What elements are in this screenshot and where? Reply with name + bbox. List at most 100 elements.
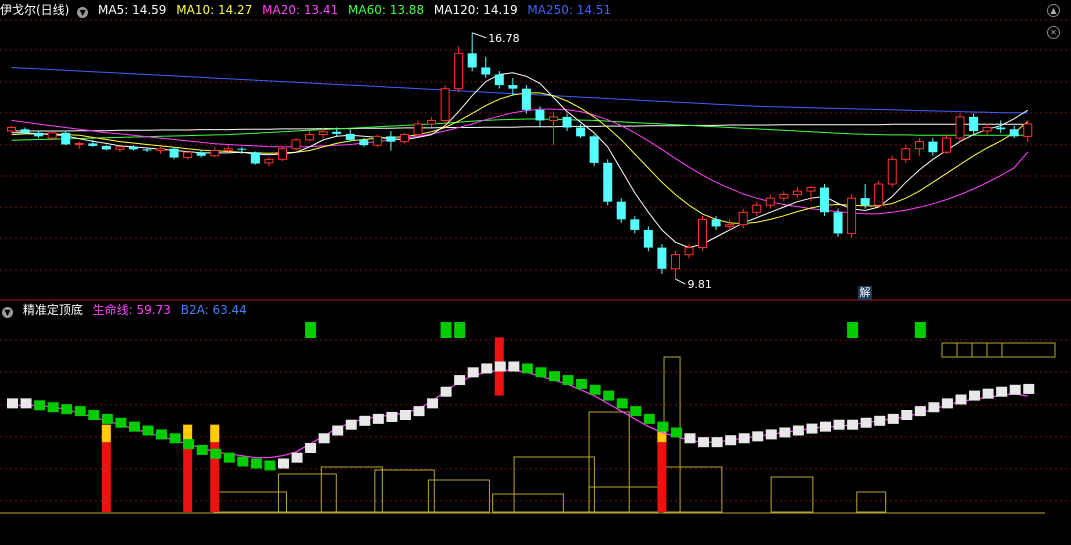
chevron-down-icon[interactable]: ▼	[2, 307, 13, 318]
b2a-block	[969, 390, 981, 401]
ma20-label: MA20: 13.41	[262, 3, 339, 17]
b2a-label: B2A: 63.44	[180, 303, 247, 317]
b2a-block	[792, 425, 804, 436]
volume-profile-bar	[492, 493, 564, 513]
b2a-block	[101, 413, 113, 424]
b2a-block	[630, 406, 642, 417]
volume-profile-bar	[588, 486, 659, 513]
candle-down	[928, 141, 938, 153]
ma120-line	[11, 123, 1028, 132]
candle-up	[74, 142, 84, 145]
candle-up	[183, 151, 193, 159]
b2a-block	[820, 421, 831, 432]
b2a-block	[996, 386, 1008, 397]
b2a-block	[264, 460, 276, 471]
b2a-block	[7, 398, 18, 409]
candle-up	[806, 187, 816, 192]
b2a-block	[779, 427, 791, 438]
candle-down	[833, 212, 843, 234]
candle-up	[1023, 123, 1033, 137]
cross-icon[interactable]: ✕	[1047, 26, 1060, 39]
b2a-block	[427, 398, 439, 409]
candle-down	[589, 136, 599, 163]
b2a-block	[725, 435, 737, 446]
main-chart-legend: 伊戈尔(日线) ▼ MA5: 14.59 MA10: 14.27 MA20: 1…	[0, 2, 617, 18]
b2a-block	[833, 419, 845, 430]
candle-down	[820, 187, 829, 213]
candle-up	[264, 158, 274, 164]
b2a-block	[535, 367, 547, 378]
up-arrow-icon[interactable]: ▲	[1047, 4, 1060, 17]
b2a-block	[765, 429, 777, 440]
ma60-label: MA60: 13.88	[348, 3, 425, 17]
indicator-box	[986, 342, 1003, 358]
lifeline-label: 生命线: 59.73	[92, 303, 171, 317]
ma120-label: MA120: 14.19	[433, 3, 518, 17]
b2a-block	[887, 413, 899, 424]
b2a-block	[1009, 384, 1021, 395]
candle-down	[860, 198, 870, 206]
candle-up	[847, 197, 857, 234]
candle-up	[670, 254, 680, 270]
candle-down	[643, 229, 653, 248]
b2a-block	[955, 394, 967, 405]
b2a-block	[657, 421, 669, 432]
candle-up	[549, 116, 558, 121]
candle-down	[467, 53, 477, 68]
b2a-block	[74, 406, 86, 417]
b2a-block	[291, 452, 303, 463]
candle-up	[291, 139, 301, 150]
high-pointer	[472, 32, 487, 39]
b2a-block	[616, 398, 628, 409]
b2a-block	[549, 371, 560, 382]
b2a-block	[874, 415, 886, 426]
candle-down	[345, 133, 355, 140]
b2a-block	[332, 425, 344, 436]
candle-up	[779, 194, 789, 199]
bottom-signal-yellow	[210, 424, 220, 443]
b2a-block	[643, 413, 655, 424]
candle-up	[427, 119, 437, 125]
candle-down	[494, 74, 504, 86]
b2a-block	[61, 404, 73, 415]
unlock-badge[interactable]: 解	[858, 286, 872, 300]
candle-down	[196, 152, 206, 156]
candle-down	[657, 247, 667, 269]
candle-up	[698, 218, 708, 249]
candle-down	[128, 146, 138, 150]
b2a-block	[698, 437, 710, 448]
candle-down	[34, 132, 44, 137]
candle-up	[955, 116, 965, 139]
b2a-block	[318, 433, 330, 444]
b2a-block	[684, 433, 696, 444]
b2a-block	[670, 427, 682, 438]
candle-up	[115, 146, 125, 150]
b2a-block	[738, 433, 750, 444]
b2a-block	[440, 386, 452, 397]
b2a-block	[481, 363, 493, 374]
chevron-down-icon[interactable]: ▼	[77, 7, 89, 18]
ma5-line	[11, 72, 1029, 249]
b2a-block	[386, 411, 398, 422]
candle-down	[237, 148, 247, 150]
indicator-title: 精准定顶底	[22, 303, 83, 317]
ma5-label: MA5: 14.59	[98, 3, 167, 17]
volume-profile-bar	[374, 469, 435, 513]
volume-profile-bar	[213, 491, 287, 513]
candle-down	[386, 136, 396, 142]
volume-profile-bar	[856, 491, 887, 513]
candle-down	[630, 219, 640, 230]
volume-profile-bar	[663, 466, 723, 513]
b2a-block	[806, 423, 818, 434]
green-top-signal	[914, 322, 926, 338]
b2a-block	[20, 398, 32, 409]
candle-down	[996, 127, 1006, 130]
candle-up	[738, 211, 748, 226]
candle-down	[101, 145, 111, 150]
b2a-block	[47, 402, 59, 413]
candle-up	[752, 204, 762, 213]
candle-up	[914, 141, 924, 150]
b2a-block	[494, 361, 506, 372]
b2a-block	[860, 417, 872, 428]
stock-chart-canvas[interactable]: 16.78 9.81	[0, 0, 1071, 545]
